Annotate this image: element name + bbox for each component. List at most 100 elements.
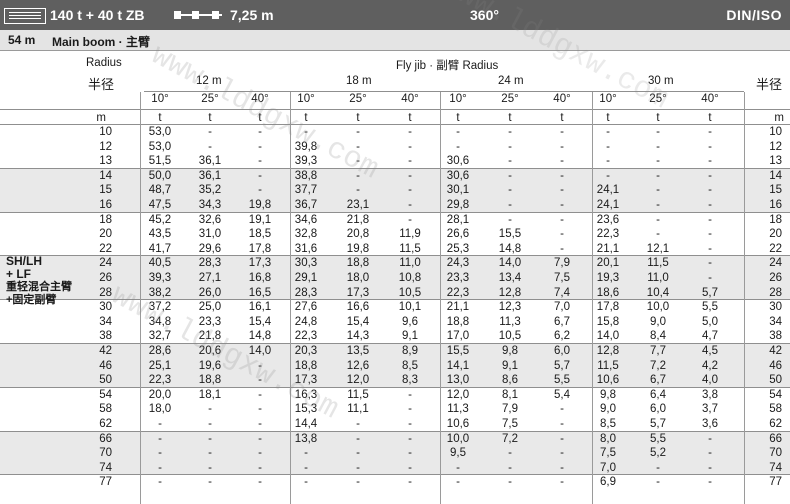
load-value: 4,2 — [702, 359, 718, 372]
load-value: 25,0 — [198, 301, 222, 314]
load-value: 18,5 — [248, 228, 272, 241]
load-value: 35,2 — [198, 184, 222, 197]
load-value: - — [258, 140, 262, 153]
radius-value: 46 — [99, 359, 112, 372]
load-value: 34,8 — [148, 315, 172, 328]
load-value: 14,0 — [248, 345, 272, 357]
radius-value: 54 — [99, 388, 112, 401]
load-value: - — [408, 432, 412, 445]
radius-value: 74 — [99, 461, 112, 474]
load-value: - — [208, 432, 212, 445]
load-value: 12,6 — [346, 359, 370, 372]
radius-value: 22 — [99, 242, 112, 255]
group-divider — [0, 386, 790, 388]
load-value: 29,8 — [446, 199, 470, 211]
load-value: - — [560, 184, 564, 197]
load-value: 6,4 — [650, 388, 666, 401]
radius-value: 77 — [99, 476, 112, 489]
load-value: 5,7 — [702, 286, 718, 299]
load-value: 12,8 — [498, 286, 522, 299]
load-unit: t — [508, 112, 512, 124]
load-value: 27,1 — [198, 272, 222, 284]
load-value: 11,5 — [399, 242, 421, 255]
load-value: 18,8 — [346, 257, 370, 270]
load-value: 18,8 — [446, 315, 470, 328]
load-value: 21,8 — [346, 213, 370, 226]
load-value: - — [560, 403, 564, 416]
load-value: 28,1 — [446, 213, 470, 226]
load-value: 5,0 — [702, 315, 718, 328]
load-value: 8,1 — [502, 388, 518, 401]
load-value: - — [408, 461, 412, 474]
load-value: 5,7 — [650, 418, 666, 430]
load-value: 11,9 — [399, 228, 421, 241]
load-value: 16,1 — [248, 301, 272, 314]
load-value: 6,0 — [554, 345, 570, 357]
radius-value-right: 10 — [769, 126, 782, 138]
load-value: - — [508, 169, 512, 182]
load-chart-table: Radius 半径 Fly jib · 副臂 Radius 半径 12 m 18… — [0, 51, 790, 504]
group-divider — [0, 167, 790, 169]
column-divider — [744, 92, 745, 504]
angle-header: 40° — [701, 93, 719, 105]
load-value: 9,1 — [502, 359, 518, 372]
radius-value-right: 50 — [769, 374, 782, 387]
load-unit: t — [208, 112, 212, 124]
load-value: - — [356, 447, 360, 460]
load-value: 15,4 — [346, 315, 370, 328]
load-value: - — [258, 126, 262, 138]
load-value: - — [560, 213, 564, 226]
load-value: 3,8 — [702, 388, 718, 401]
load-value: - — [560, 169, 564, 182]
column-divider — [592, 92, 593, 504]
load-value: - — [708, 242, 712, 255]
load-value: - — [258, 155, 262, 168]
load-value: 23,3 — [446, 272, 470, 284]
radius-value: 34 — [99, 315, 112, 328]
load-value: 19,8 — [346, 242, 370, 255]
load-value: 9,1 — [402, 330, 418, 343]
axle-icon — [174, 11, 222, 19]
load-value: 6,0 — [650, 403, 666, 416]
radius-value-right: 12 — [769, 140, 782, 153]
load-value: 12,1 — [646, 242, 670, 255]
load-value: - — [708, 213, 712, 226]
load-value: - — [408, 476, 412, 489]
load-value: 9,8 — [502, 345, 518, 357]
angle-header: 10° — [449, 93, 467, 105]
load-value: - — [408, 418, 412, 430]
radius-value-right: 22 — [769, 242, 782, 255]
load-value: - — [258, 418, 262, 430]
header-separator — [0, 109, 790, 110]
load-value: - — [708, 228, 712, 241]
load-value: 17,8 — [248, 242, 272, 255]
load-value: 8,3 — [402, 374, 418, 387]
load-value: 22,3 — [446, 286, 470, 299]
load-value: - — [258, 388, 262, 401]
radius-value-right: 38 — [769, 330, 782, 343]
angle-header: 10° — [151, 93, 169, 105]
radius-value-right: 77 — [769, 476, 782, 489]
load-value: 7,5 — [502, 418, 518, 430]
load-value: - — [708, 476, 712, 489]
radius-value-right: 18 — [769, 213, 782, 226]
load-value: 11,3 — [447, 403, 469, 416]
load-unit: t — [456, 112, 460, 124]
load-value: 38,2 — [148, 286, 172, 299]
load-value: - — [408, 155, 412, 168]
load-value: - — [456, 126, 460, 138]
load-value: 10,0 — [446, 432, 470, 445]
group-divider — [0, 124, 790, 125]
load-value: - — [258, 447, 262, 460]
boom-type: Main boom · 主臂 — [52, 35, 150, 49]
load-value: - — [208, 476, 212, 489]
load-value: - — [508, 461, 512, 474]
angle-header: 25° — [201, 93, 219, 105]
load-value: - — [408, 403, 412, 416]
load-value: 7,4 — [554, 286, 570, 299]
load-value: - — [356, 432, 360, 445]
load-value: - — [656, 213, 660, 226]
load-value: - — [560, 155, 564, 168]
load-value: - — [656, 461, 660, 474]
load-value: - — [656, 476, 660, 489]
